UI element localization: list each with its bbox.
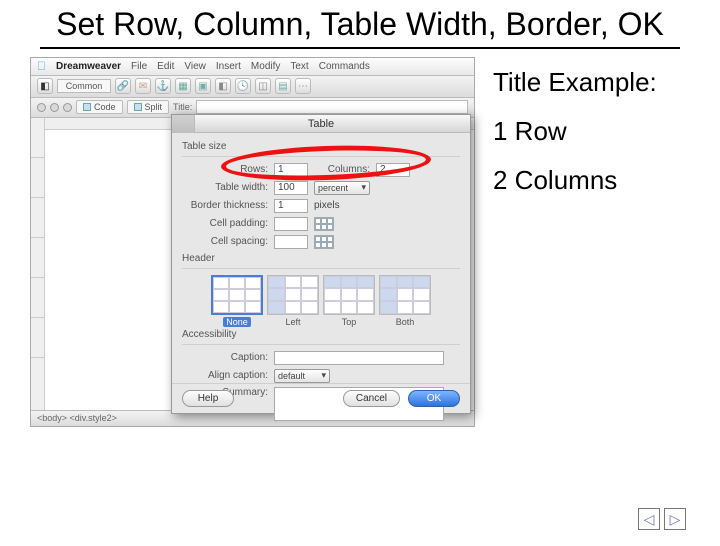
view-code-button[interactable]: Code [76,100,123,114]
menubar-item-insert[interactable]: Insert [216,61,241,72]
table-dialog: Table Table size Rows: 1 Columns: 2 Tabl… [171,114,471,414]
document-title-input[interactable] [196,100,468,114]
columns-label: Columns: [314,164,370,175]
header-option-top[interactable]: Top [323,275,375,327]
width-unit-dropdown[interactable]: percent▾ [314,181,370,195]
header-option-none[interactable]: None [211,275,263,327]
insert-category-dropdown[interactable]: Common [57,79,111,93]
view-split-button[interactable]: Split [127,100,170,114]
cell-spacing-label: Cell spacing: [182,236,268,247]
dialog-title: Table [172,115,470,133]
prev-slide-button[interactable]: ◁ [638,508,660,530]
header-options: None Left Top Both [182,275,460,327]
help-button[interactable]: Help [182,390,234,407]
menubar-app-name[interactable]: Dreamweaver [56,61,121,72]
border-unit-label: pixels [314,200,340,211]
menubar-item-edit[interactable]: Edit [157,61,174,72]
cell-spacing-input[interactable] [274,235,308,249]
cell-padding-icon [314,217,334,231]
table-icon[interactable]: ▦ [175,78,191,94]
caption-input[interactable] [274,351,444,365]
caption-label: Caption: [182,352,268,363]
side-title-example: Title Example: [493,67,657,98]
menubar-item-commands[interactable]: Commands [319,61,370,72]
mac-menubar:  Dreamweaver File Edit View Insert Modi… [31,58,474,76]
cell-padding-input[interactable] [274,217,308,231]
title-label: Title: [173,102,192,112]
media-icon[interactable]: ◧ [215,78,231,94]
section-table-size: Table size [182,141,460,152]
rows-label: Rows: [182,164,268,175]
templates-icon[interactable]: ▤ [275,78,291,94]
window-minimize-icon[interactable] [50,103,59,112]
chevron-down-icon: ▾ [361,182,366,193]
side-col-text: 2 Columns [493,165,657,196]
slide-nav: ◁ ▷ [638,508,686,530]
border-thickness-label: Border thickness: [182,200,268,211]
menubar-item-view[interactable]: View [184,61,206,72]
vertical-ruler [31,118,45,410]
section-accessibility: Accessibility [182,329,460,340]
section-header: Header [182,253,460,264]
menubar-item-file[interactable]: File [131,61,147,72]
cell-padding-label: Cell padding: [182,218,268,229]
slide-title: Set Row, Column, Table Width, Border, OK [40,6,680,49]
align-caption-label: Align caption: [182,370,268,381]
window-zoom-icon[interactable] [63,103,72,112]
hyperlink-icon[interactable]: 🔗 [115,78,131,94]
menubar-item-modify[interactable]: Modify [251,61,280,72]
chevron-down-icon: ▾ [321,370,326,381]
window-close-icon[interactable] [37,103,46,112]
table-width-label: Table width: [182,182,268,193]
border-thickness-input[interactable]: 1 [274,199,308,213]
apple-logo-icon:  [37,59,46,73]
app-screenshot:  Dreamweaver File Edit View Insert Modi… [30,57,475,427]
menubar-item-text[interactable]: Text [290,61,308,72]
email-link-icon[interactable]: ✉ [135,78,151,94]
date-icon[interactable]: 🕓 [235,78,251,94]
table-width-input[interactable]: 100 [274,181,308,195]
header-option-left[interactable]: Left [267,275,319,327]
image-icon[interactable]: ▣ [195,78,211,94]
tag-selector[interactable]: <body> <div.style2> [37,413,117,423]
columns-input[interactable]: 2 [376,163,410,177]
rows-input[interactable]: 1 [274,163,308,177]
header-option-both[interactable]: Both [379,275,431,327]
ok-button[interactable]: OK [408,390,460,407]
cell-spacing-icon [314,235,334,249]
next-slide-button[interactable]: ▷ [664,508,686,530]
cancel-button[interactable]: Cancel [343,390,400,407]
toolbar-handle-icon[interactable]: ◧ [37,78,53,94]
insert-toolbar: ◧ Common 🔗 ✉ ⚓ ▦ ▣ ◧ 🕓 ◫ ▤ ⋯ [31,76,474,98]
side-row-text: 1 Row [493,116,657,147]
align-caption-dropdown[interactable]: default▾ [274,369,330,383]
comment-icon[interactable]: ◫ [255,78,271,94]
tag-chooser-icon[interactable]: ⋯ [295,78,311,94]
named-anchor-icon[interactable]: ⚓ [155,78,171,94]
slide-side-text: Title Example: 1 Row 2 Columns [493,57,657,427]
